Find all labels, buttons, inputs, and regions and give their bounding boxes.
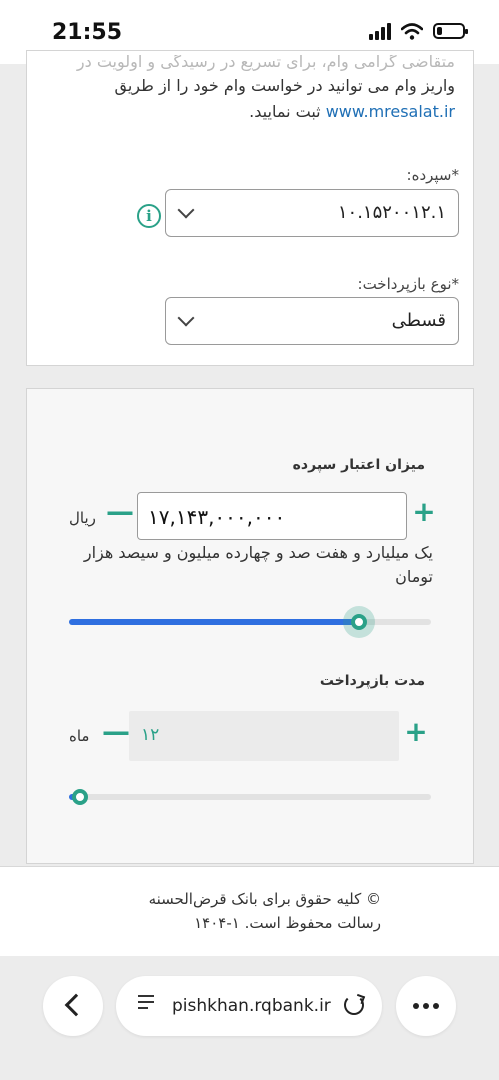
intro-text: متقاضی گرامی وام، برای تسریع در رسیدگی و… [45,55,455,125]
page-settings-icon[interactable] [138,995,154,1015]
more-dots-icon [413,1003,439,1009]
more-options-button[interactable] [396,976,456,1036]
credit-amount-label: میزان اعتبار سپرده [292,457,425,473]
repayment-type-label: *نوع بازپرداخت: [357,275,459,293]
repayment-term-value: ۱۲ [141,725,160,745]
copyright-line-1: © کلیه حقوق برای بانک قرض‌الحسنه [148,890,381,908]
repayment-term-input[interactable]: ۱۲ [129,711,399,761]
wifi-icon [401,22,423,40]
credit-amount-value: ۱۷,۱۴۳,۰۰۰,۰۰۰ [148,505,286,529]
signal-icon [369,22,391,40]
url-text: pishkhan.rqbank.ir [172,996,331,1016]
repayment-term-slider[interactable] [69,789,431,805]
info-icon[interactable]: i [137,204,161,228]
status-icons [369,22,468,40]
address-bar[interactable]: pishkhan.rqbank.ir [116,976,382,1036]
battery-level [437,27,442,35]
intro-line-2: ثبت نمایید. [249,102,321,121]
deposit-select[interactable]: ۱۰.۱۵۲۰۰۱۲.۱ [165,189,459,237]
chevron-down-icon [177,201,195,219]
battery-icon [433,23,468,39]
mresalat-link[interactable]: www.mresalat.ir [326,102,455,121]
back-arrow-icon [64,993,88,1017]
loan-calculator-card: میزان اعتبار سپرده ریال — ۱۷,۱۴۳,۰۰۰,۰۰۰… [26,388,474,864]
amount-in-words: یک میلیارد و هفت صد و چهارده میلیون و سی… [83,543,433,586]
repayment-term-slider-thumb[interactable] [71,789,88,805]
copyright-line-2: رسالت محفوظ است. ۱-۱۴۰۴ [194,914,381,932]
repayment-term-label: مدت بازپرداخت [319,673,425,689]
repayment-type-value: قسطی [391,310,446,331]
intro-line-1: واریز وام می توانید در خواست وام خود را … [114,76,456,95]
deposit-label: *سپرده: [406,166,459,184]
repayment-type-select[interactable]: قسطی [165,297,459,345]
loan-request-card: متقاضی گرامی وام، برای تسریع در رسیدگی و… [26,50,474,366]
page-footer: © کلیه حقوق برای بانک قرض‌الحسنه رسالت م… [0,866,499,956]
credit-amount-slider[interactable] [69,614,431,630]
intro-line-partial: متقاضی گرامی وام، برای تسریع در رسیدگی و… [76,55,455,71]
status-time: 21:55 [52,20,123,45]
credit-amount-slider-fill [69,619,359,625]
amount-unit-label: ریال [69,509,96,527]
deposit-select-value: ۱۰.۱۵۲۰۰۱۲.۱ [337,202,446,223]
chevron-down-icon [177,309,195,327]
credit-amount-input[interactable]: ۱۷,۱۴۳,۰۰۰,۰۰۰ [137,492,407,540]
browser-toolbar: pishkhan.rqbank.ir [0,956,499,1080]
copyright-text: © کلیه حقوق برای بانک قرض‌الحسنه رسالت م… [149,887,381,935]
term-decrease-button[interactable]: — [99,718,133,746]
term-unit-label: ماه [69,727,90,745]
reload-icon[interactable] [344,995,364,1015]
amount-increase-button[interactable]: + [407,498,441,526]
term-increase-button[interactable]: + [399,718,433,746]
back-button[interactable] [43,976,103,1036]
credit-amount-slider-thumb[interactable] [350,614,367,630]
amount-decrease-button[interactable]: — [103,498,137,526]
